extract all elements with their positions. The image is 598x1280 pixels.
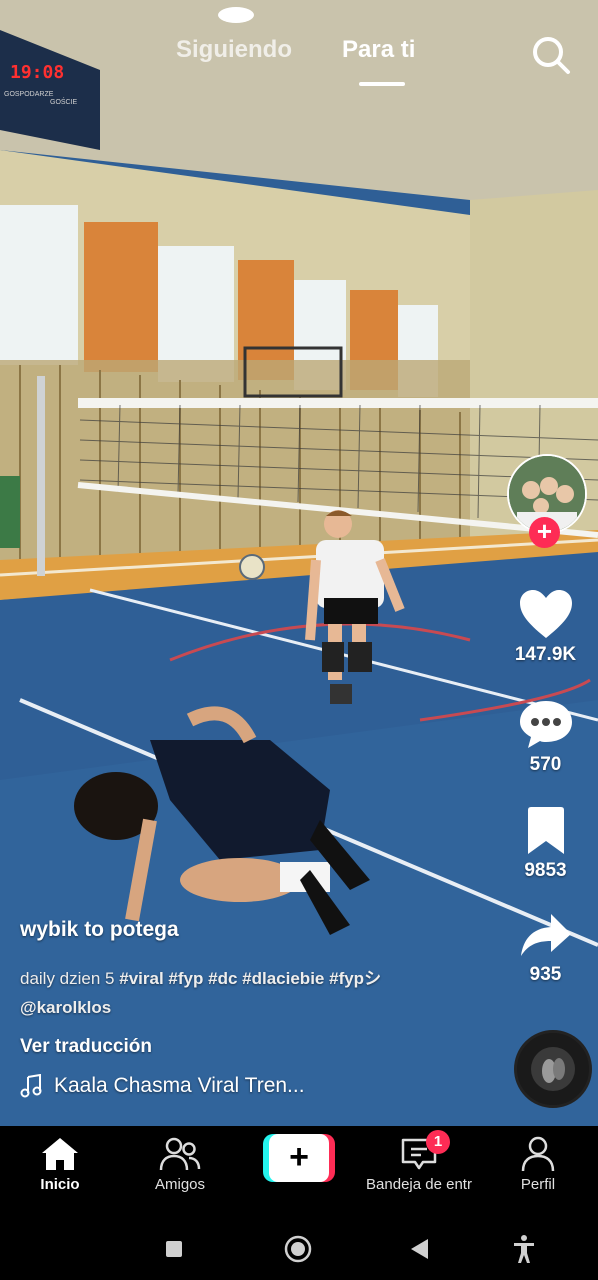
nav-profile[interactable]: Perfil bbox=[478, 1136, 598, 1193]
hashtag[interactable]: #fypシ bbox=[329, 969, 381, 988]
comment-button[interactable]: 570 bbox=[500, 698, 591, 776]
save-button[interactable]: 9853 bbox=[500, 806, 591, 882]
music-note-icon bbox=[20, 1074, 42, 1098]
create-button[interactable]: + bbox=[263, 1134, 335, 1182]
search-icon[interactable] bbox=[530, 34, 572, 76]
music-title: Kaala Chasma Viral Tren... bbox=[54, 1074, 305, 1097]
nav-profile-label: Perfil bbox=[520, 1176, 556, 1193]
save-count: 9853 bbox=[524, 860, 567, 881]
plus-icon: + bbox=[269, 1134, 329, 1182]
tab-following[interactable]: Siguiendo bbox=[176, 36, 292, 64]
nav-friends[interactable]: Amigos bbox=[120, 1136, 240, 1193]
svg-text:GOŚCIE: GOŚCIE bbox=[50, 97, 78, 106]
hashtag[interactable]: #viral bbox=[119, 969, 163, 988]
inbox-badge: 1 bbox=[426, 1130, 450, 1154]
back-icon[interactable] bbox=[404, 1233, 436, 1265]
nav-inbox-label: Bandeja de entr bbox=[366, 1176, 472, 1193]
nav-home[interactable]: Inicio bbox=[0, 1136, 120, 1193]
home-icon bbox=[42, 1138, 78, 1170]
like-button[interactable]: 147.9K bbox=[500, 588, 591, 666]
music-disc-icon[interactable] bbox=[514, 1030, 592, 1108]
recent-apps-icon[interactable] bbox=[158, 1233, 190, 1265]
hashtag[interactable]: #dc bbox=[208, 969, 237, 988]
like-count: 147.9K bbox=[514, 644, 577, 665]
heart-icon bbox=[519, 590, 572, 638]
tab-for-you[interactable]: Para ti bbox=[342, 36, 415, 64]
video-description: daily dzien 5 #viral #fyp #dc #dlaciebie… bbox=[20, 964, 460, 1022]
accessibility-icon[interactable] bbox=[508, 1233, 540, 1265]
mention[interactable]: @karolklos bbox=[20, 998, 111, 1017]
description-text: daily dzien 5 bbox=[20, 969, 115, 988]
bottom-nav-bar: Inicio Amigos + 1 Bandeja de entr Perfil bbox=[0, 1126, 598, 1218]
comment-count: 570 bbox=[529, 754, 562, 775]
share-count: 935 bbox=[529, 964, 562, 985]
hashtag[interactable]: #fyp bbox=[168, 969, 203, 988]
svg-text:GOSPODARZE: GOSPODARZE bbox=[4, 91, 54, 98]
profile-icon bbox=[521, 1136, 555, 1172]
top-tab-bar: Siguiendo Para ti bbox=[0, 36, 598, 86]
share-button[interactable]: 935 bbox=[500, 912, 591, 986]
share-arrow-icon bbox=[520, 914, 571, 956]
friends-icon bbox=[159, 1137, 201, 1171]
bookmark-icon bbox=[527, 807, 564, 854]
author-username[interactable]: wybik to potega bbox=[20, 918, 460, 942]
nav-inbox[interactable]: 1 Bandeja de entr bbox=[358, 1130, 480, 1193]
nav-home-label: Inicio bbox=[40, 1176, 80, 1193]
system-nav-bar bbox=[0, 1218, 598, 1280]
nav-friends-label: Amigos bbox=[154, 1176, 206, 1193]
music-track[interactable]: Kaala Chasma Viral Tren... bbox=[20, 1074, 305, 1098]
home-circle-icon[interactable] bbox=[282, 1233, 314, 1265]
hashtag[interactable]: #dlaciebie bbox=[242, 969, 324, 988]
active-tab-indicator bbox=[359, 82, 405, 86]
video-caption: wybik to potega daily dzien 5 #viral #fy… bbox=[20, 918, 460, 1058]
comment-icon bbox=[519, 701, 572, 748]
follow-plus-button[interactable]: + bbox=[529, 517, 560, 548]
translate-link[interactable]: Ver traducción bbox=[20, 1036, 460, 1058]
